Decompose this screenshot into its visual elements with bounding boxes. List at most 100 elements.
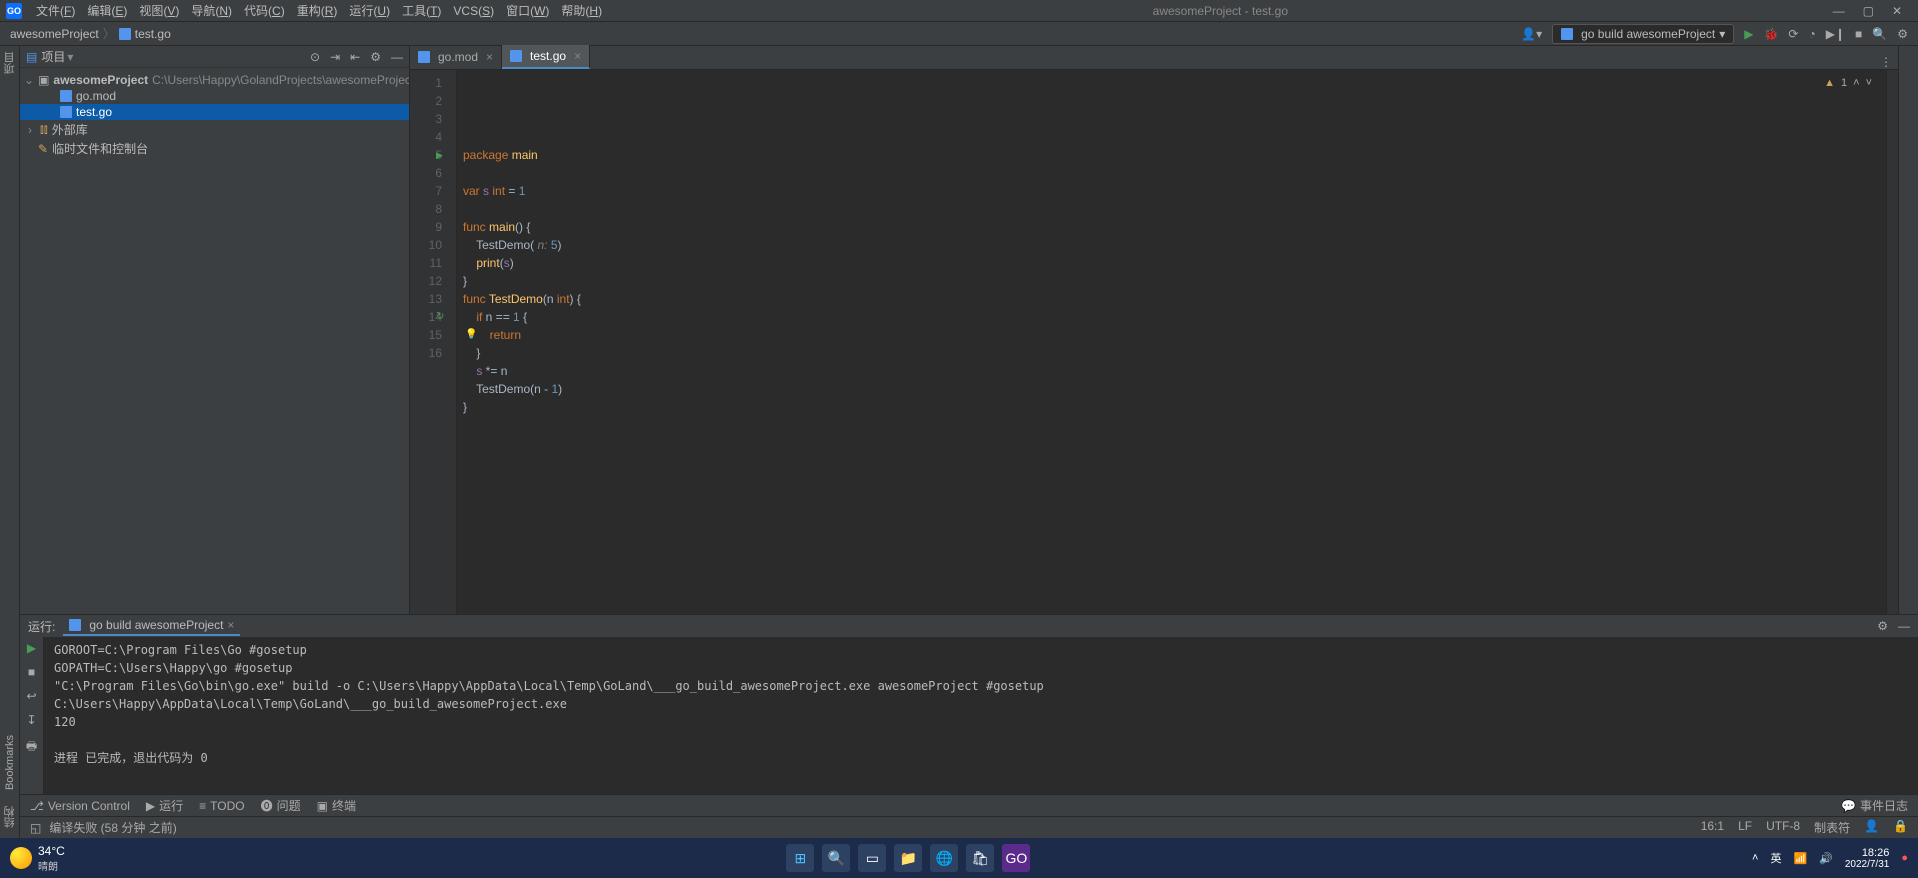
editor-gutter[interactable]: 12345678910111213141516 (410, 70, 457, 614)
tab-problems[interactable]: ⓿问题 (261, 797, 301, 814)
gear-icon[interactable]: ⚙ (370, 50, 381, 64)
left-tool-rail: 项目 (0, 46, 20, 437)
maximize-icon[interactable]: ▢ (1863, 4, 1874, 18)
menu-item[interactable]: 窗口(W) (500, 2, 555, 20)
ime-lang[interactable]: 英 (1770, 850, 1781, 866)
explorer-icon[interactable]: 📁 (894, 844, 922, 872)
soft-wrap-icon[interactable]: ↩ (26, 689, 36, 703)
stop-icon[interactable]: ■ (1855, 27, 1862, 41)
run-icon[interactable]: ▶ (1744, 27, 1753, 41)
tab-run[interactable]: ▶运行 (146, 797, 183, 814)
inspection-profile-icon[interactable]: 👤 (1864, 819, 1879, 836)
file-encoding[interactable]: UTF-8 (1766, 819, 1800, 836)
tree-file[interactable]: go.mod (20, 88, 409, 104)
console-output[interactable]: GOROOT=C:\Program Files\Go #gosetup GOPA… (44, 637, 1918, 794)
user-icon[interactable]: 👤▾ (1521, 27, 1542, 41)
menu-item[interactable]: 编辑(E) (81, 2, 133, 20)
lock-icon[interactable]: 🔒 (1893, 819, 1908, 836)
indent-config[interactable]: 制表符 (1814, 819, 1850, 836)
project-tree[interactable]: ⌄ ▣ awesomeProject C:\Users\Happy\Goland… (20, 68, 409, 614)
prev-highlight-icon[interactable]: ˄ (1853, 74, 1859, 92)
menu-item[interactable]: VCS(S) (447, 2, 500, 20)
error-stripe[interactable] (1886, 70, 1898, 614)
run-toolbar: ▶ ■ ↩ ↧ 🖶 (20, 637, 44, 794)
run-config-selector[interactable]: go build awesomeProject ▾ (1552, 24, 1734, 44)
task-view-icon[interactable]: ▭ (858, 844, 886, 872)
code-area[interactable]: ▲ 1 ˄ ˅ 💡 package main var s int = 1 fun… (457, 70, 1886, 614)
menu-item[interactable]: 运行(U) (343, 2, 396, 20)
taskbar-clock[interactable]: 18:26 2022/7/31 (1845, 847, 1890, 870)
sidebar-tab-bookmarks[interactable]: Bookmarks (4, 735, 16, 790)
editor-tab[interactable]: go.mod× (410, 45, 502, 69)
collapse-icon[interactable]: ⇤ (350, 50, 360, 64)
notification-icon[interactable]: ● (1901, 852, 1908, 864)
search-icon[interactable]: 🔍 (1872, 27, 1887, 41)
close-tab-icon[interactable]: × (574, 49, 581, 63)
taskbar-weather[interactable]: 34°C 晴朗 (10, 844, 65, 873)
menu-item[interactable]: 文件(F) (30, 2, 81, 20)
tab-todo[interactable]: ≡TODO (199, 799, 244, 813)
more-icon[interactable]: ⋮ (1880, 55, 1892, 69)
minimize-icon[interactable]: — (1833, 4, 1845, 18)
tool-window-toggle-icon[interactable]: ◱ (30, 821, 41, 835)
menu-item[interactable]: 导航(N) (185, 2, 238, 20)
goland-icon[interactable]: GO (1002, 844, 1030, 872)
breadcrumb-file[interactable]: test.go (135, 27, 171, 41)
line-separator[interactable]: LF (1738, 819, 1752, 836)
locate-icon[interactable]: ⊙ (310, 50, 320, 64)
tree-scratches[interactable]: ✎ 临时文件和控制台 (20, 139, 409, 158)
next-highlight-icon[interactable]: ˅ (1866, 74, 1872, 92)
caret-position[interactable]: 16:1 (1701, 819, 1724, 836)
sidebar-tab-project[interactable]: 项目 (2, 52, 18, 74)
start-icon[interactable]: ⊞ (786, 844, 814, 872)
scroll-end-icon[interactable]: ↧ (26, 713, 36, 727)
chevron-down-icon[interactable]: ⌄ (24, 73, 34, 87)
chevron-right-icon[interactable]: › (24, 123, 36, 137)
print-icon[interactable]: 🖶 (26, 737, 37, 758)
menu-item[interactable]: 工具(T) (396, 2, 447, 20)
tree-root[interactable]: ⌄ ▣ awesomeProject C:\Users\Happy\Goland… (20, 72, 409, 88)
inspection-widget[interactable]: ▲ 1 ˄ ˅ (1824, 74, 1872, 92)
run-tab[interactable]: go build awesomeProject × (63, 616, 240, 636)
settings-icon[interactable]: ⚙ (1897, 27, 1908, 41)
debug-icon[interactable]: 🐞 (1763, 27, 1778, 41)
tab-version-control[interactable]: ⎇Version Control (30, 799, 130, 813)
menu-item[interactable]: 视图(V) (133, 2, 185, 20)
rerun-icon[interactable]: ▶ (27, 641, 36, 655)
sidebar-tab-structure[interactable]: 结构 (2, 806, 18, 828)
window-title: awesomeProject - test.go (610, 4, 1831, 18)
edge-icon[interactable]: 🌐 (930, 844, 958, 872)
volume-icon[interactable]: 🔊 (1819, 852, 1833, 865)
search-icon[interactable]: 🔍 (822, 844, 850, 872)
expand-icon[interactable]: ⇥ (330, 50, 340, 64)
tree-file-selected[interactable]: test.go (20, 104, 409, 120)
stop-icon[interactable]: ■ (28, 665, 35, 679)
profile-icon[interactable]: ◔ (1808, 27, 1815, 41)
hide-icon[interactable]: — (391, 50, 403, 64)
tab-event-log[interactable]: 💬事件日志 (1841, 797, 1908, 814)
tab-terminal[interactable]: ▣终端 (317, 797, 356, 814)
intention-bulb-icon[interactable]: 💡 (465, 326, 477, 344)
close-icon[interactable]: ✕ (1892, 4, 1902, 18)
menu-item[interactable]: 代码(C) (238, 2, 291, 20)
wifi-icon[interactable]: 📶 (1793, 852, 1807, 865)
breadcrumb-project[interactable]: awesomeProject (10, 27, 99, 41)
hide-icon[interactable]: — (1898, 619, 1910, 633)
menu-item[interactable]: 帮助(H) (555, 2, 608, 20)
menu-item[interactable]: 重构(R) (291, 2, 344, 20)
event-log-icon: 💬 (1841, 799, 1856, 813)
store-icon[interactable]: 🛍 (966, 844, 994, 872)
attach-icon[interactable]: ▶❙ (1826, 27, 1845, 41)
tray-expand-icon[interactable]: ˄ (1752, 852, 1758, 864)
run-tool-window: 运行: go build awesomeProject × ⚙ — ▶ ■ ↩ … (20, 614, 1918, 794)
tree-ext-libs[interactable]: › ⫾⫾ 外部库 (20, 120, 409, 139)
close-tab-icon[interactable]: × (486, 50, 493, 64)
chevron-down-icon[interactable]: ▾ (67, 50, 73, 64)
coverage-icon[interactable]: ⟳ (1788, 27, 1798, 41)
close-tab-icon[interactable]: × (227, 618, 234, 632)
editor-tab[interactable]: test.go× (502, 45, 590, 69)
bottom-tool-rail: ⎇Version Control ▶运行 ≡TODO ⓿问题 ▣终端 💬事件日志 (20, 794, 1918, 816)
go-file-icon (69, 619, 81, 631)
windows-taskbar: 34°C 晴朗 ⊞ 🔍 ▭ 📁 🌐 🛍 GO ˄ 英 📶 🔊 18:26 202… (0, 838, 1918, 878)
settings-icon[interactable]: ⚙ (1877, 619, 1888, 633)
